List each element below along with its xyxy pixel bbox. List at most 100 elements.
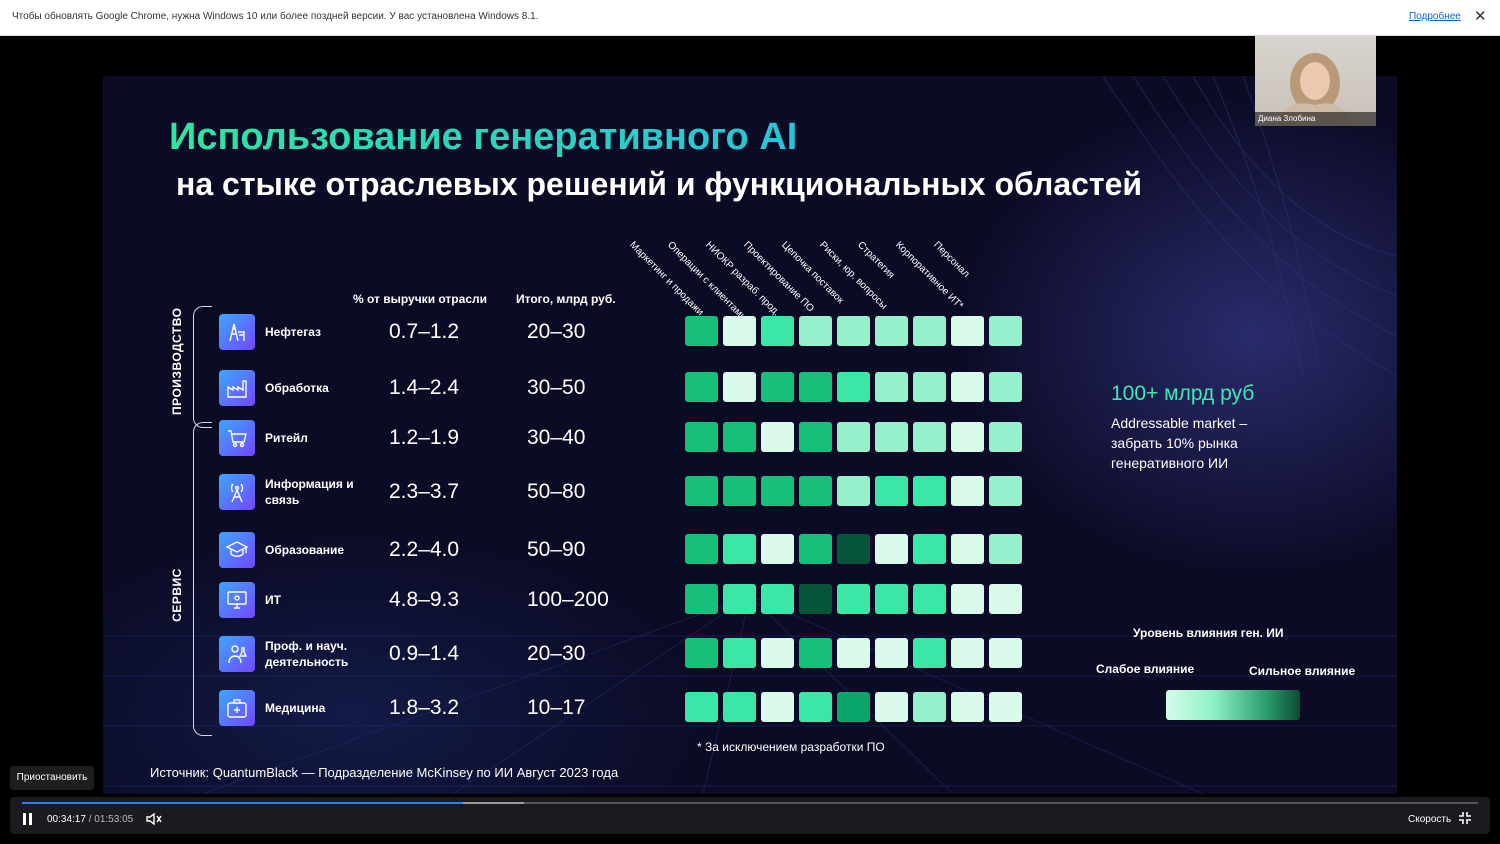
medical-kit-icon: [219, 690, 255, 726]
webcam-video[interactable]: Диана Злобина: [1255, 35, 1376, 126]
impact-cell: [951, 316, 984, 346]
industry-label: ИТ: [265, 593, 281, 607]
impact-cell: [875, 372, 908, 402]
legend-weak-label: Слабое влияние: [1096, 662, 1195, 676]
impact-cell: [761, 372, 794, 402]
revenue-percent: 1.2–1.9: [389, 426, 460, 449]
legend-strong-label: Сильное влияние: [1249, 664, 1356, 678]
impact-cell: [799, 476, 832, 506]
current-time: 00:34:17: [47, 814, 86, 825]
industry-label: Нефтегаз: [265, 325, 322, 339]
impact-cell: [723, 534, 756, 564]
impact-cell: [723, 372, 756, 402]
presenter-name: Диана Злобина: [1255, 112, 1376, 126]
impact-cell: [837, 422, 870, 452]
impact-cell: [685, 692, 718, 722]
scientist-icon: [219, 636, 255, 672]
impact-cell: [913, 316, 946, 346]
total-value: 30–40: [527, 426, 586, 449]
impact-cell: [837, 372, 870, 402]
total-value: 20–30: [527, 320, 586, 343]
impact-cell: [989, 584, 1022, 614]
impact-cell: [723, 584, 756, 614]
revenue-percent: 2.3–3.7: [389, 480, 460, 503]
total-value: 100–200: [527, 588, 609, 611]
impact-cell: [989, 372, 1022, 402]
impact-cell: [837, 534, 870, 564]
impact-cell: [799, 692, 832, 722]
infobar-message: Чтобы обновлять Google Chrome, нужна Win…: [12, 11, 539, 22]
impact-cell: [837, 316, 870, 346]
close-icon[interactable]: ✕: [1474, 7, 1487, 25]
impact-cell: [761, 476, 794, 506]
computer-icon: [219, 582, 255, 618]
impact-cell: [685, 372, 718, 402]
impact-cell: [761, 638, 794, 668]
impact-cell: [875, 692, 908, 722]
impact-cell: [799, 316, 832, 346]
impact-cell: [951, 422, 984, 452]
revenue-percent: 1.4–2.4: [389, 376, 460, 399]
impact-cell: [837, 638, 870, 668]
impact-cell: [951, 372, 984, 402]
impact-cell: [799, 372, 832, 402]
progress-track[interactable]: [22, 802, 1478, 804]
impact-cell: [723, 316, 756, 346]
impact-cell: [913, 584, 946, 614]
industry-label: Ритейл: [265, 431, 308, 445]
impact-cell: [723, 476, 756, 506]
impact-cell: [913, 476, 946, 506]
industry-row: ИТ 4.8–9.3 100–200: [103, 582, 1397, 626]
impact-cell: [723, 638, 756, 668]
impact-cell: [685, 638, 718, 668]
market-description: Addressable market – забрать 10% рынка г…: [1111, 415, 1248, 471]
industry-row: Нефтегаз 0.7–1.2 20–30: [103, 314, 1397, 358]
impact-cell: [951, 638, 984, 668]
impact-cell: [761, 534, 794, 564]
antenna-icon: [219, 474, 255, 510]
time-separator: /: [88, 814, 92, 825]
impact-cell: [685, 476, 718, 506]
impact-cell: [799, 638, 832, 668]
impact-cell: [913, 534, 946, 564]
impact-cell: [875, 316, 908, 346]
impact-cell: [799, 422, 832, 452]
impact-cell: [989, 316, 1022, 346]
impact-cell: [989, 422, 1022, 452]
industry-label: Обработка: [265, 381, 329, 395]
slide-title: Использование генеративного AI: [169, 116, 798, 158]
total-column-header: Итого, млрд руб.: [516, 292, 616, 306]
impact-cell: [837, 476, 870, 506]
impact-cell: [761, 584, 794, 614]
impact-cell: [685, 534, 718, 564]
total-value: 50–90: [527, 538, 586, 561]
revenue-percent: 0.9–1.4: [389, 642, 460, 665]
source-note: Источник: QuantumBlack — Подразделение M…: [150, 765, 619, 780]
industry-label: Медицина: [265, 701, 326, 715]
pause-icon[interactable]: [22, 813, 34, 825]
impact-cell: [913, 372, 946, 402]
impact-cell: [837, 692, 870, 722]
impact-cell: [761, 422, 794, 452]
exit-fullscreen-icon[interactable]: [1458, 811, 1472, 830]
impact-cell: [685, 316, 718, 346]
impact-cell: [799, 534, 832, 564]
footnote: * За исключением разработки ПО: [697, 740, 885, 754]
industry-row: Информация и связь 2.3–3.7 50–80: [103, 474, 1397, 518]
total-value: 20–30: [527, 642, 586, 665]
cart-icon: [219, 420, 255, 456]
more-info-link[interactable]: Подробнее: [1409, 11, 1461, 22]
impact-cell: [761, 316, 794, 346]
speed-button[interactable]: Скорость: [1408, 814, 1451, 825]
industry-row: Образование 2.2–4.0 50–90: [103, 532, 1397, 576]
impact-cell: [799, 584, 832, 614]
market-headline: 100+ млрд руб: [1111, 382, 1255, 405]
impact-cell: [875, 422, 908, 452]
presentation-slide: Использование генеративного AI на стыке …: [103, 76, 1397, 794]
volume-icon[interactable]: [146, 812, 162, 831]
impact-cell: [951, 476, 984, 506]
revenue-percent: 0.7–1.2: [389, 320, 460, 343]
impact-cell: [761, 692, 794, 722]
browser-infobar: Чтобы обновлять Google Chrome, нужна Win…: [0, 0, 1500, 36]
played-bar: [22, 802, 464, 804]
